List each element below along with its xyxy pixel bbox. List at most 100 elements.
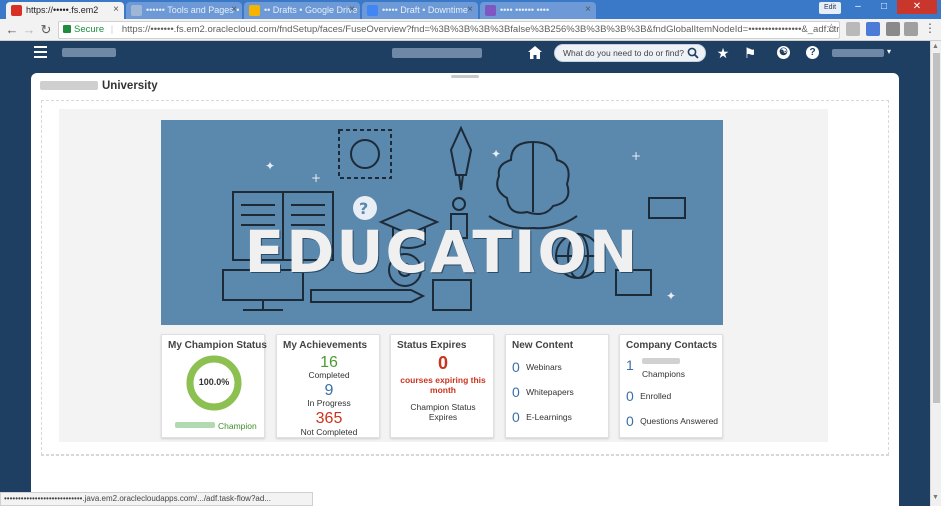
list-item[interactable]: 0 E-Learnings <box>512 409 572 425</box>
tab-close-icon[interactable]: × <box>585 2 591 18</box>
profile-badge[interactable]: Edit <box>819 2 841 14</box>
svg-text:✦: ✦ <box>491 147 501 161</box>
card-title: New Content <box>512 340 574 351</box>
app-header: What do you need to do or find? ★ ⚑ ☯ ? … <box>0 41 930 65</box>
extension-icon[interactable] <box>846 22 860 36</box>
champion-percent: 100.0% <box>198 377 230 387</box>
browser-tab-active[interactable]: https://•••••.fs.em2 × <box>6 2 124 19</box>
forward-arrow-icon[interactable]: → <box>21 22 37 38</box>
champion-status-card[interactable]: My Champion Status 100.0% Champion <box>161 334 267 438</box>
in-progress-label: In Progress <box>307 398 351 408</box>
accessibility-icon[interactable]: ☯ <box>777 46 790 59</box>
education-banner: ? ✦ ✦ ✦ + + + EDUCATION <box>161 120 723 325</box>
browser-tab[interactable]: ••••• Draft • Downtime × <box>362 2 478 19</box>
tab-close-icon[interactable]: × <box>231 2 237 18</box>
achievements-card[interactable]: My Achievements 16 Completed 9 In Progre… <box>276 334 380 438</box>
global-search-input[interactable]: What do you need to do or find? <box>554 44 706 62</box>
page-scrollbar[interactable]: ▲ ▼ <box>930 41 941 506</box>
card-title: Company Contacts <box>626 340 718 351</box>
card-title: My Champion Status <box>168 340 267 351</box>
browser-status-bar: ••••••••••••••••••••••••••••.java.em2.or… <box>0 492 313 506</box>
maximize-button[interactable]: □ <box>871 0 897 14</box>
address-bar: ← → ↻ Secure | https://•••••••.fs.em2.or… <box>0 19 941 41</box>
extension-icon[interactable] <box>886 22 900 36</box>
browser-tab[interactable]: •• Drafts • Google Drive × <box>244 2 360 19</box>
svg-text:+: + <box>631 149 641 163</box>
expiring-footer: Champion Status Expires <box>410 402 476 422</box>
browser-tab-strip: https://•••••.fs.em2 × •••••• Tools and … <box>0 0 941 19</box>
extension-icon[interactable] <box>866 22 880 36</box>
back-arrow-icon[interactable]: ← <box>4 22 20 38</box>
tab-title: •• Drafts • Google Drive <box>264 5 358 15</box>
scroll-thumb[interactable] <box>933 53 940 403</box>
tab-title: •••••• Tools and Pages • <box>146 5 240 15</box>
completed-count: 16 <box>320 354 338 371</box>
browser-menu-icon[interactable]: ⋮ <box>924 21 936 35</box>
new-content-card[interactable]: New Content 0 Webinars 0 Whitepapers 0 E… <box>505 334 609 438</box>
card-title: Status Expires <box>397 340 467 351</box>
banner-headline: EDUCATION <box>244 218 640 286</box>
security-label: Secure <box>74 24 105 35</box>
page-favicon-icon <box>485 5 496 16</box>
tab-close-icon[interactable]: × <box>467 2 473 18</box>
browser-tab[interactable]: •••••• Tools and Pages • × <box>126 2 242 19</box>
list-item[interactable]: 1 Champions <box>626 357 685 379</box>
company-contacts-card[interactable]: Company Contacts 1 Champions 0 Enrolled … <box>619 334 723 438</box>
chevron-down-icon[interactable]: ▾ <box>887 47 891 56</box>
tab-close-icon[interactable]: × <box>113 2 119 18</box>
bookmark-star-icon[interactable]: ☆ <box>826 21 837 35</box>
divider <box>41 455 889 456</box>
close-window-button[interactable]: ✕ <box>897 0 937 14</box>
extension-icon[interactable] <box>904 22 918 36</box>
search-icon[interactable] <box>687 47 699 59</box>
docs-favicon-icon <box>367 5 378 16</box>
hamburger-menu-icon[interactable] <box>34 46 47 58</box>
content-region: ? ✦ ✦ ✦ + + + EDUCATION My Champion Status 1… <box>41 100 889 455</box>
drive-favicon-icon <box>249 5 260 16</box>
flag-icon[interactable]: ⚑ <box>742 45 758 61</box>
browser-tab[interactable]: •••• •••••• •••• × <box>480 2 596 19</box>
svg-text:?: ? <box>359 199 368 218</box>
svg-text:✦: ✦ <box>265 159 275 173</box>
list-item[interactable]: 0 Webinars <box>512 359 562 375</box>
list-item[interactable]: 0 Questions Answered <box>626 413 718 429</box>
tab-close-icon[interactable]: × <box>349 2 355 18</box>
home-icon[interactable] <box>528 46 542 59</box>
drag-handle[interactable] <box>451 75 479 78</box>
svg-text:✦: ✦ <box>666 289 676 303</box>
search-placeholder: What do you need to do or find? <box>563 48 684 58</box>
scroll-up-icon[interactable]: ▲ <box>932 43 939 50</box>
environment-title <box>392 48 482 58</box>
list-item[interactable]: 0 Enrolled <box>626 388 671 404</box>
expiring-message: courses expiring this month <box>400 375 486 395</box>
svg-text:+: + <box>311 171 321 185</box>
company-logo <box>62 48 116 57</box>
dashboard-area: ? ✦ ✦ ✦ + + + EDUCATION My Champion Status 1… <box>59 109 828 442</box>
favorites-star-icon[interactable]: ★ <box>715 45 731 61</box>
tab-title: https://•••••.fs.em2 <box>26 5 99 15</box>
url-field[interactable]: Secure | https://•••••••.fs.em2.oraclecl… <box>58 21 840 39</box>
help-icon[interactable]: ? <box>806 46 819 59</box>
expiring-count: 0 <box>437 353 448 373</box>
status-expires-card[interactable]: Status Expires 0 courses expiring this m… <box>390 334 494 438</box>
not-completed-label: Not Completed <box>300 427 358 437</box>
list-item[interactable]: 0 Whitepapers <box>512 384 574 400</box>
in-progress-count: 9 <box>324 382 334 399</box>
page-favicon-icon <box>131 5 142 16</box>
oracle-favicon-icon <box>11 5 22 16</box>
main-panel: University ? ✦ ✦ ✦ + + + EDUCATION My Ch… <box>31 73 899 506</box>
window-controls: – □ ✕ <box>845 0 937 14</box>
lock-icon <box>63 25 71 33</box>
reload-icon[interactable]: ↻ <box>38 22 54 38</box>
not-completed-count: 365 <box>315 410 343 427</box>
card-title: My Achievements <box>283 340 368 351</box>
url-text: https://•••••••.fs.em2.oraclecloud.com/f… <box>121 24 840 35</box>
champion-status-line: Champion <box>175 421 257 431</box>
tab-title: ••••• Draft • Downtime <box>382 5 468 15</box>
tab-title: •••• •••••• •••• <box>500 5 550 15</box>
completed-label: Completed <box>308 370 350 380</box>
minimize-button[interactable]: – <box>845 0 871 14</box>
page-title: University <box>40 80 158 92</box>
scroll-down-icon[interactable]: ▼ <box>932 494 939 501</box>
user-name[interactable] <box>832 49 884 57</box>
